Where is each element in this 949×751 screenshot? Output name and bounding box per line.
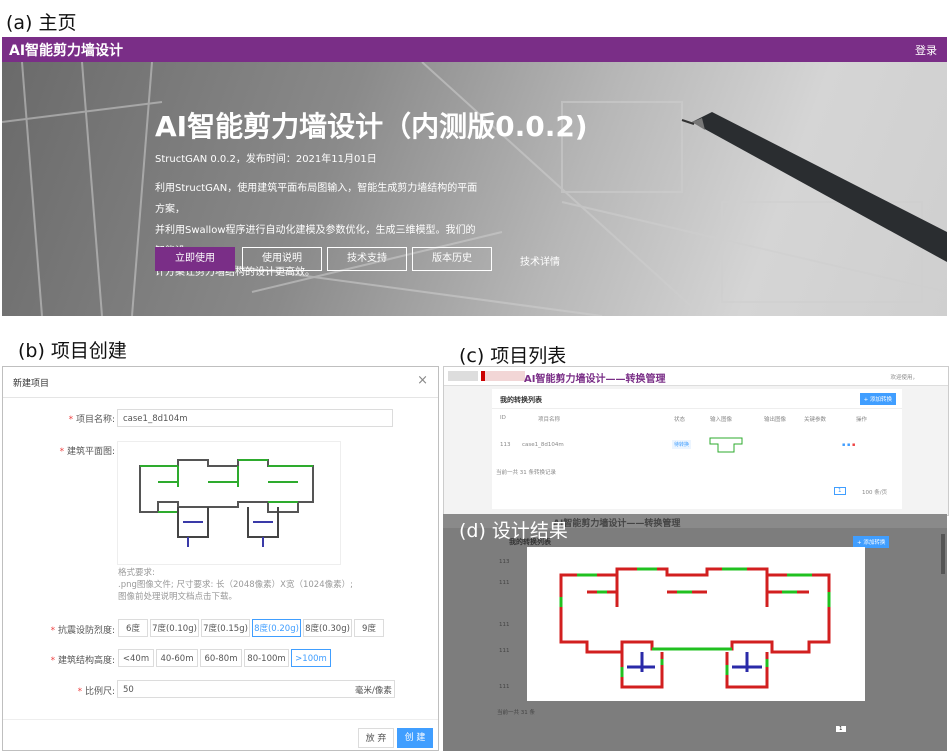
height-option-80-100[interactable]: 80-100m [244, 649, 289, 667]
seismic-option-8-020[interactable]: 8度(0.20g) [252, 619, 301, 637]
caption-a: (a) 主页 [6, 12, 77, 34]
floor-plan-label: * 建筑平面图: [59, 447, 115, 457]
start-button[interactable]: 立即使用 [155, 247, 235, 271]
list-header: AI智能剪力墙设计——转换管理 欢迎使用， [444, 367, 948, 386]
version-history-button[interactable]: 版本历史 [412, 247, 492, 271]
height-option-40-60[interactable]: 40-60m [156, 649, 198, 667]
list-card-title: 我的转换列表 [500, 396, 542, 404]
login-link[interactable]: 登录 [915, 42, 937, 58]
project-name-input[interactable]: case1_8d104m [117, 409, 393, 427]
seismic-option-7-010[interactable]: 7度(0.10g) [150, 619, 199, 637]
page-size-select[interactable]: 100 条/页 [862, 488, 887, 496]
dialog-header: 新建项目 × [3, 367, 438, 398]
result-row-5: 111 [499, 684, 510, 690]
col-status: 状态 [674, 417, 686, 423]
tech-details-link[interactable]: 技术详情 [520, 253, 560, 268]
floor-plan-preview-image [139, 459, 314, 547]
scale-input[interactable]: 50 [117, 680, 395, 698]
seismic-label: * 抗震设防烈度: [50, 626, 115, 636]
create-project-dialog: 新建项目 × * 项目名称: case1_8d104m * 建筑平面图: 格式要… [2, 366, 439, 751]
seismic-option-7-015[interactable]: 7度(0.15g) [201, 619, 250, 637]
col-actions: 操作 [856, 417, 868, 423]
home-panel: AI智能剪力墙设计 登录 AI智能剪力墙设计（内测版0.0.2) StructG… [2, 37, 947, 316]
col-id: ID [500, 415, 506, 421]
project-list-panel: AI智能剪力墙设计——转换管理 欢迎使用， 我的转换列表 + 添加转换 ID 项… [443, 366, 949, 516]
result-row-1: 113 [499, 559, 510, 565]
hero-title: AI智能剪力墙设计（内测版0.0.2) [155, 110, 588, 143]
caption-c: (c) 项目列表 [459, 345, 567, 367]
institute-logo [481, 371, 525, 381]
tech-support-button[interactable]: 技术支持 [327, 247, 407, 271]
format-hint: 格式要求: .png图像文件; 尺寸要求: 长（2048像素）X宽（1024像素… [118, 568, 353, 602]
result-total: 当前一共 31 条 [497, 710, 535, 716]
row-input-thumbnail [709, 437, 743, 453]
dialog-title: 新建项目 [13, 379, 50, 389]
scale-unit: 毫米/像素 [355, 686, 392, 696]
col-output-image: 输出图像 [764, 417, 787, 423]
list-total: 当前一共 31 条转换记录 [496, 470, 556, 476]
scrollbar[interactable] [941, 534, 945, 574]
page-number[interactable]: 1 [834, 487, 846, 495]
result-row-2: 111 [499, 580, 510, 586]
design-result-panel: AI智能剪力墙设计——转换管理 我的转换列表 + 添加转换 113 111 11… [443, 514, 947, 751]
row-id: 113 [500, 442, 511, 448]
hero-subtitle: StructGAN 0.0.2，发布时间：2021年11月01日 [155, 154, 377, 165]
result-row-4: 111 [499, 648, 510, 654]
col-name: 项目名称 [538, 417, 561, 423]
brand-logo[interactable]: AI智能剪力墙设计 [9, 40, 123, 60]
result-page-number[interactable]: 1 [836, 726, 846, 732]
project-name-label: * 项目名称: [68, 415, 115, 425]
welcome-text: 欢迎使用， [890, 375, 918, 381]
height-option-60-80[interactable]: 60-80m [200, 649, 242, 667]
caption-d: (d) 设计结果 [459, 520, 568, 542]
col-params: 关键参数 [804, 417, 827, 423]
height-label: * 建筑结构高度: [50, 656, 115, 666]
cancel-button[interactable]: 放 弃 [358, 728, 394, 748]
seismic-option-9[interactable]: 9度 [354, 619, 384, 637]
height-option-gt100[interactable]: >100m [291, 649, 331, 667]
seismic-option-8-030[interactable]: 8度(0.30g) [303, 619, 352, 637]
result-preview-modal [527, 547, 865, 701]
result-row-3: 111 [499, 622, 510, 628]
row-status-badge: 待转换 [672, 440, 692, 449]
col-input-image: 输入图像 [710, 417, 733, 423]
shear-wall-result-image [559, 567, 831, 689]
list-card: 我的转换列表 + 添加转换 ID 项目名称 状态 输入图像 输出图像 关键参数 … [492, 389, 902, 509]
home-topbar: AI智能剪力墙设计 登录 [2, 37, 947, 62]
caption-b: (b) 项目创建 [18, 340, 127, 362]
scale-label: * 比例尺: [77, 687, 115, 697]
dialog-footer-divider [3, 719, 438, 720]
row-name: case1_8d104m [522, 442, 564, 448]
height-option-lt40[interactable]: <40m [118, 649, 154, 667]
close-icon[interactable]: × [417, 373, 428, 388]
add-conversion-button[interactable]: + 添加转换 [859, 393, 896, 405]
row-action-links[interactable]: ▪ ▪ ▪ [842, 442, 855, 448]
result-header-title: AI智能剪力墙设计——转换管理 [553, 519, 681, 529]
floor-plan-upload[interactable] [117, 441, 341, 565]
university-logo [448, 371, 478, 381]
usage-guide-button[interactable]: 使用说明 [242, 247, 322, 271]
list-header-title: AI智能剪力墙设计——转换管理 [524, 374, 666, 385]
create-button[interactable]: 创 建 [397, 728, 433, 748]
seismic-option-6[interactable]: 6度 [118, 619, 148, 637]
